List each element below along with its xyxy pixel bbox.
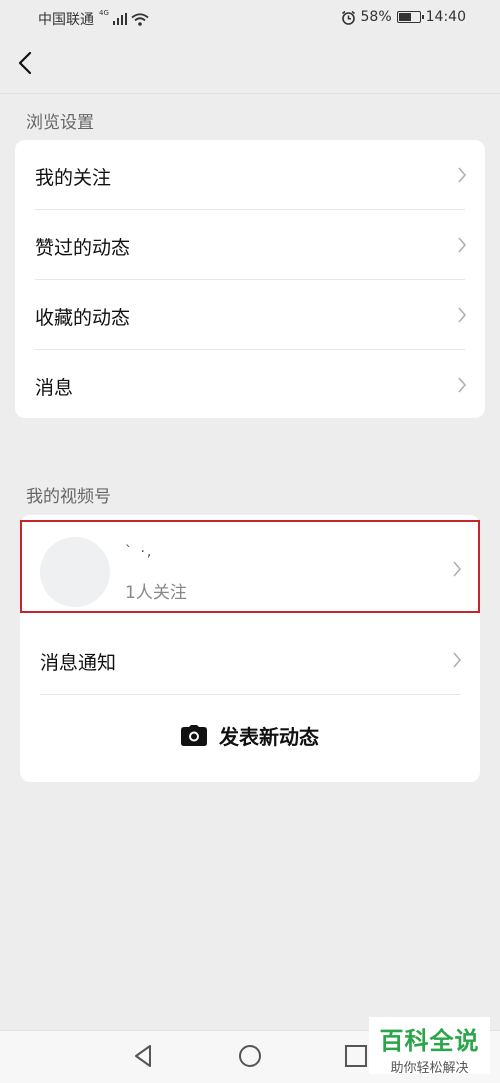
menu-item-label: 消息通知 [40, 652, 117, 674]
menu-item-my-follows[interactable]: 我的关注 [15, 140, 485, 210]
watermark-logo: 百科全说 助你轻松解决 [369, 1017, 490, 1076]
follower-count: 1人关注 [125, 583, 187, 603]
alarm-icon [341, 10, 355, 25]
circle-home-icon[interactable] [237, 1043, 263, 1069]
post-new-update-label: 发表新动态 [219, 724, 319, 749]
browse-settings-card: 我的关注 赞过的动态 收藏的动态 消息 [15, 140, 485, 418]
channel-nickname: ` ·, [125, 544, 154, 560]
signal-icon [112, 13, 127, 25]
triangle-back-icon[interactable] [131, 1043, 157, 1069]
carrier-name: 中国联通 [38, 12, 94, 28]
menu-item-label: 收藏的动态 [35, 307, 131, 329]
avatar [40, 537, 110, 607]
my-channels-card: ` ·, 1人关注 消息通知 发表新动态 [20, 515, 480, 782]
watermark-subtitle: 助你轻松解决 [390, 1061, 469, 1076]
status-right: 58% 14:40 [341, 9, 466, 25]
chevron-right-icon [453, 652, 462, 668]
chevron-right-icon [458, 167, 467, 183]
back-button[interactable] [14, 50, 38, 76]
menu-item-saved-posts[interactable]: 收藏的动态 [15, 280, 485, 350]
battery-level [398, 13, 412, 21]
wifi-icon [131, 12, 149, 26]
clock: 14:40 [425, 9, 466, 25]
section-title-browse-settings: 浏览设置 [26, 113, 94, 133]
menu-item-messages[interactable]: 消息 [15, 350, 485, 420]
chevron-right-icon [458, 237, 467, 253]
chevron-right-icon [458, 307, 467, 323]
camera-icon [181, 724, 207, 746]
battery-percent: 58% [360, 9, 392, 25]
channel-profile-row[interactable]: ` ·, 1人关注 [20, 520, 480, 613]
section-title-my-channels: 我的视频号 [26, 487, 111, 507]
chevron-left-icon [18, 51, 32, 75]
chevron-right-icon [453, 561, 462, 577]
square-recents-icon[interactable] [343, 1043, 369, 1069]
divider [40, 694, 460, 695]
watermark-title: 百科全说 [379, 1027, 480, 1055]
menu-item-message-notifications[interactable]: 消息通知 [20, 625, 480, 695]
status-bar: 中国联通 4G 58% 14:40 [0, 0, 500, 36]
network-type: 4G [99, 9, 109, 17]
post-new-update-button[interactable]: 发表新动态 [20, 705, 480, 765]
menu-item-label: 消息 [35, 377, 74, 399]
chevron-right-icon [458, 377, 467, 393]
menu-item-label: 赞过的动态 [35, 237, 131, 259]
menu-item-label: 我的关注 [35, 167, 112, 189]
header-divider [0, 93, 500, 94]
menu-item-liked-posts[interactable]: 赞过的动态 [15, 210, 485, 280]
battery-icon [396, 11, 424, 23]
status-left: 中国联通 4G [38, 9, 149, 29]
